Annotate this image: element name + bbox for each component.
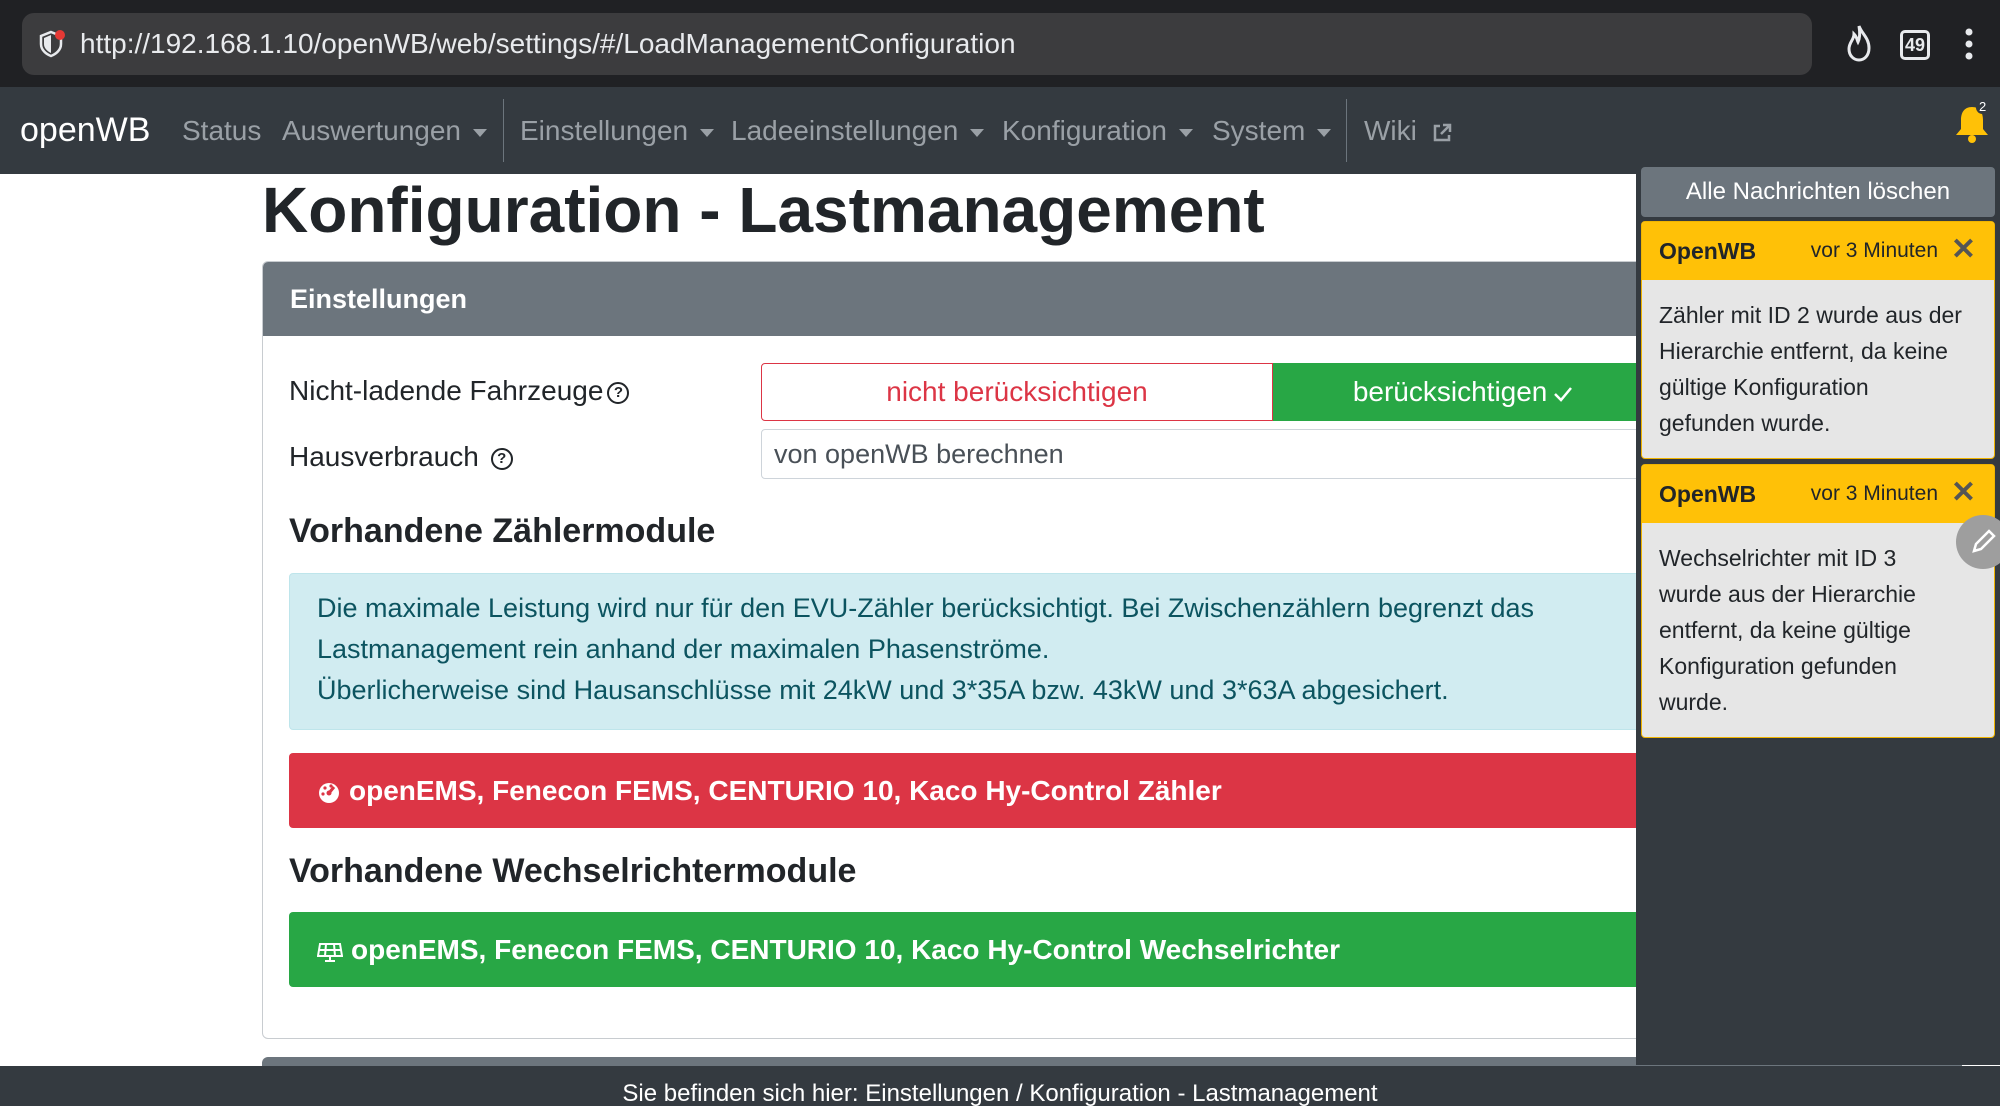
label-text: Hausverbrauch bbox=[289, 441, 479, 472]
page-title: Konfiguration - Lastmanagement bbox=[262, 174, 1265, 246]
caret-down-icon bbox=[700, 128, 715, 137]
notification-toast: OpenWB vor 3 Minuten ✕ Wechselrichter mi… bbox=[1641, 464, 1995, 738]
toast-header: OpenWB vor 3 Minuten ✕ bbox=[1642, 222, 1994, 280]
nonloading-vehicles-label: Nicht-ladende Fahrzeuge? bbox=[289, 375, 630, 407]
toast-line: gefunden wurde. bbox=[1659, 410, 1831, 436]
tab-counter-icon[interactable]: 49 bbox=[1900, 30, 1930, 60]
toast-line: Hierarchie entfernt, da keine bbox=[1659, 338, 1948, 364]
meter-module-item[interactable]: openEMS, Fenecon FEMS, CENTURIO 10, Kaco… bbox=[289, 753, 1689, 828]
nav-status[interactable]: Status bbox=[182, 87, 261, 174]
edit-button[interactable] bbox=[1956, 515, 2000, 569]
info-alert: Die maximale Leistung wird nur für den E… bbox=[289, 573, 1689, 730]
help-icon[interactable]: ? bbox=[490, 447, 513, 470]
close-icon[interactable]: ✕ bbox=[1951, 465, 1976, 521]
option-consider-button[interactable]: berücksichtigen bbox=[1273, 363, 1653, 421]
toast-time: vor 3 Minuten bbox=[1810, 482, 1938, 505]
external-link-icon bbox=[1433, 123, 1451, 141]
pencil-icon bbox=[1972, 529, 1996, 553]
meter-modules-title: Vorhandene Zählermodule bbox=[289, 512, 716, 550]
notification-count-badge: 2 bbox=[1976, 99, 1990, 114]
inverter-module-item[interactable]: openEMS, Fenecon FEMS, CENTURIO 10, Kaco… bbox=[289, 912, 1689, 987]
toast-time: vor 3 Minuten bbox=[1810, 239, 1938, 262]
clear-all-notifications-button[interactable]: Alle Nachrichten löschen bbox=[1641, 167, 1995, 217]
info-line: Die maximale Leistung wird nur für den E… bbox=[317, 593, 1535, 623]
fire-icon[interactable] bbox=[1844, 22, 1874, 66]
option-consider-label: berücksichtigen bbox=[1352, 376, 1548, 407]
gauge-icon bbox=[319, 782, 339, 803]
brand-logo[interactable]: openWB bbox=[20, 87, 150, 174]
label-text: Nicht-ladende Fahrzeuge bbox=[289, 375, 604, 406]
nav-auswertungen[interactable]: Auswertungen bbox=[282, 87, 488, 174]
toast-body: Wechselrichter mit ID 3 wurde aus der Hi… bbox=[1642, 523, 1994, 737]
nav-wiki[interactable]: Wiki bbox=[1364, 87, 1453, 174]
toast-line: Wechselrichter mit ID 3 bbox=[1659, 545, 1897, 571]
nav-einstellungen[interactable]: Einstellungen bbox=[520, 87, 715, 174]
nav-divider bbox=[1346, 99, 1347, 162]
toast-line: Zähler mit ID 2 wurde aus der bbox=[1659, 302, 1962, 328]
module-label: openEMS, Fenecon FEMS, CENTURIO 10, Kaco… bbox=[349, 775, 1222, 806]
more-vert-icon[interactable] bbox=[1962, 22, 1976, 66]
info-line: Überlicherweise sind Hausanschlüsse mit … bbox=[317, 675, 1449, 705]
help-icon[interactable]: ? bbox=[607, 381, 630, 404]
url-text[interactable]: http://192.168.1.10/openWB/web/settings/… bbox=[80, 13, 1016, 75]
house-consumption-select[interactable]: von openWB berechnen bbox=[761, 429, 1661, 479]
nav-label: Auswertungen bbox=[282, 115, 462, 146]
nav-label: Wiki bbox=[1364, 115, 1417, 146]
solar-panel-icon bbox=[316, 942, 344, 962]
toast-line: gültige Konfiguration bbox=[1659, 374, 1869, 400]
inverter-modules-title: Vorhandene Wechselrichtermodule bbox=[289, 852, 857, 890]
house-consumption-label: Hausverbrauch ? bbox=[289, 441, 513, 473]
shield-icon[interactable] bbox=[36, 29, 66, 59]
module-label: openEMS, Fenecon FEMS, CENTURIO 10, Kaco… bbox=[351, 934, 1340, 965]
main-navbar: openWB Status Auswertungen Einstellungen… bbox=[0, 87, 2000, 174]
toast-source: OpenWB bbox=[1659, 238, 1757, 264]
toast-header: OpenWB vor 3 Minuten ✕ bbox=[1642, 465, 1994, 523]
toast-source: OpenWB bbox=[1659, 481, 1757, 507]
info-line: Lastmanagement rein anhand der maximalen… bbox=[317, 634, 1050, 664]
caret-down-icon bbox=[1179, 128, 1194, 137]
caret-down-icon bbox=[473, 128, 488, 137]
nav-ladeeinstellungen[interactable]: Ladeeinstellungen bbox=[731, 87, 985, 174]
nav-divider bbox=[503, 99, 504, 162]
browser-toolbar: http://192.168.1.10/openWB/web/settings/… bbox=[0, 0, 2000, 87]
toast-line: wurde aus der Hierarchie bbox=[1659, 581, 1916, 607]
option-ignore-button[interactable]: nicht berücksichtigen bbox=[761, 363, 1273, 421]
close-icon[interactable]: ✕ bbox=[1951, 222, 1976, 278]
nav-label: System bbox=[1212, 115, 1306, 146]
caret-down-icon bbox=[970, 128, 985, 137]
toast-line: Konfiguration gefunden bbox=[1659, 653, 1897, 679]
nav-label: Konfiguration bbox=[1002, 115, 1168, 146]
address-bar[interactable]: http://192.168.1.10/openWB/web/settings/… bbox=[22, 13, 1812, 75]
check-icon bbox=[1554, 386, 1573, 402]
caret-down-icon bbox=[1317, 128, 1332, 137]
toast-body: Zähler mit ID 2 wurde aus der Hierarchie… bbox=[1642, 280, 1994, 458]
notification-toast: OpenWB vor 3 Minuten ✕ Zähler mit ID 2 w… bbox=[1641, 221, 1995, 459]
nav-label: Status bbox=[182, 115, 262, 146]
notification-bell[interactable]: 2 bbox=[1952, 99, 1992, 145]
nav-system[interactable]: System bbox=[1212, 87, 1332, 174]
nav-label: Einstellungen bbox=[520, 115, 689, 146]
toast-line: wurde. bbox=[1659, 689, 1729, 715]
nav-label: Ladeeinstellungen bbox=[731, 115, 959, 146]
nav-konfiguration[interactable]: Konfiguration bbox=[1002, 87, 1194, 174]
footer-breadcrumb: Sie befinden sich hier: Einstellungen / … bbox=[0, 1066, 2000, 1106]
toast-line: entfernt, da keine gültige bbox=[1659, 617, 1911, 643]
tab-count: 49 bbox=[1904, 35, 1926, 55]
